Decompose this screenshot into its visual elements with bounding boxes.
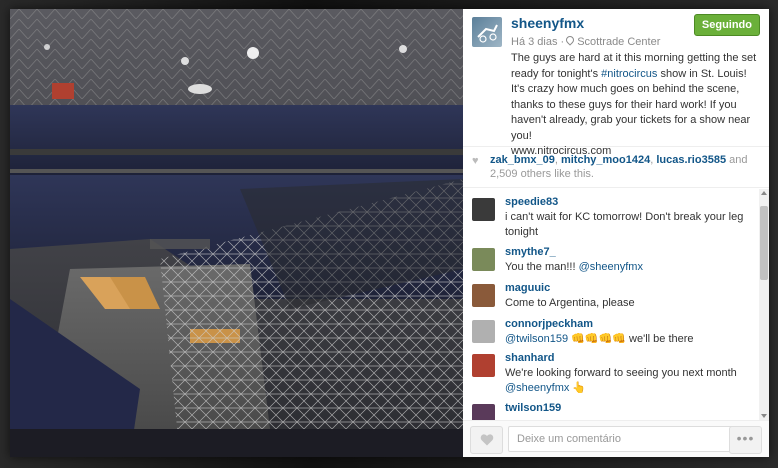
post-time[interactable]: Há 3 dias	[511, 36, 557, 48]
more-options-icon: •••	[736, 430, 755, 446]
comment-item: shanhard We're looking forward to seeing…	[472, 352, 752, 398]
comment-username[interactable]: twilson159	[505, 402, 561, 414]
mention-link[interactable]: @sheenyfmx	[505, 382, 569, 394]
avatar[interactable]	[472, 354, 495, 377]
post-username[interactable]: sheenyfmx	[511, 15, 584, 31]
comment-text-part: 👊👊👊👊 we'll be there	[568, 333, 694, 345]
post-caption: The guys are hard at it this morning get…	[511, 51, 757, 160]
avatar[interactable]	[472, 404, 495, 420]
post-header: sheenyfmx Seguindo Há 3 dias · Scottrade …	[463, 9, 769, 157]
comment-username[interactable]: maguuic	[505, 282, 550, 294]
avatar[interactable]	[472, 284, 495, 307]
post-side-panel: sheenyfmx Seguindo Há 3 dias · Scottrade …	[463, 9, 769, 457]
post-photo[interactable]	[10, 9, 463, 457]
comments-list[interactable]: speedie83 i can't wait for KC tomorrow! …	[463, 188, 759, 420]
comment-item: connorjpeckham @twilson159 👊👊👊👊 we'll be…	[472, 318, 752, 348]
location-pin-icon	[564, 34, 576, 46]
liker-link[interactable]: mitchy_moo1424	[561, 154, 650, 166]
liker-link[interactable]: zak_bmx_09	[490, 154, 555, 166]
mention-link[interactable]: @sheenyfmx	[579, 261, 643, 273]
comment-input[interactable]	[508, 426, 741, 452]
comment-username[interactable]: connorjpeckham	[505, 318, 593, 330]
comment-text-part: We're looking forward to seeing you next…	[505, 367, 737, 379]
pointing-up-emoji: 👆	[572, 382, 587, 394]
comment-text-part: You the man!!!	[505, 261, 579, 273]
likes-summary: ♥ zak_bmx_09, mitchy_moo1424, lucas.rio3…	[463, 147, 769, 188]
comment-text: i can't wait for KC tomorrow! Don't brea…	[505, 211, 744, 238]
comment-item: twilson159	[472, 402, 752, 420]
scroll-down-arrow-icon[interactable]	[761, 414, 767, 418]
avatar[interactable]	[472, 248, 495, 271]
post-location[interactable]: Scottrade Center	[577, 36, 660, 48]
mention-link[interactable]: @twilson159	[505, 333, 568, 345]
liker-link[interactable]: lucas.rio3585	[656, 154, 726, 166]
user-avatar[interactable]	[472, 17, 502, 47]
comment-item: maguuic Come to Argentina, please	[472, 282, 752, 312]
separator: ·	[560, 36, 565, 48]
comment-footer: •••	[463, 420, 769, 457]
caption-hashtag[interactable]: #nitrocircus	[601, 68, 657, 80]
more-options-button[interactable]: •••	[729, 426, 762, 454]
comment-text: Come to Argentina, please	[505, 297, 635, 309]
likes-text: zak_bmx_09, mitchy_moo1424, lucas.rio358…	[490, 153, 760, 181]
comment-username[interactable]: speedie83	[505, 196, 558, 208]
heart-icon: ♥	[472, 155, 479, 167]
following-button[interactable]: Seguindo	[693, 14, 760, 36]
scroll-up-arrow-icon[interactable]	[761, 191, 767, 195]
comment-text: We're looking forward to seeing you next…	[505, 366, 755, 396]
post-modal: sheenyfmx Seguindo Há 3 dias · Scottrade …	[10, 9, 769, 457]
caption-text-rest: show in St. Louis! It's crazy how much g…	[511, 67, 751, 158]
comment-text: @twilson159 👊👊👊👊 we'll be there	[505, 332, 755, 347]
comment-username[interactable]: smythe7_	[505, 246, 556, 258]
scrollbar-thumb[interactable]	[760, 206, 768, 280]
comment-item: speedie83 i can't wait for KC tomorrow! …	[472, 196, 752, 240]
comment-username[interactable]: shanhard	[505, 352, 555, 364]
comment-item: smythe7_ You the man!!! @sheenyfmx	[472, 246, 752, 276]
avatar[interactable]	[472, 320, 495, 343]
heart-icon	[480, 434, 494, 446]
comments-scrollbar[interactable]	[759, 189, 769, 420]
comment-text: You the man!!! @sheenyfmx	[505, 260, 755, 275]
post-meta: Há 3 dias · Scottrade Center	[511, 34, 660, 48]
avatar[interactable]	[472, 198, 495, 221]
like-button[interactable]	[470, 426, 503, 454]
